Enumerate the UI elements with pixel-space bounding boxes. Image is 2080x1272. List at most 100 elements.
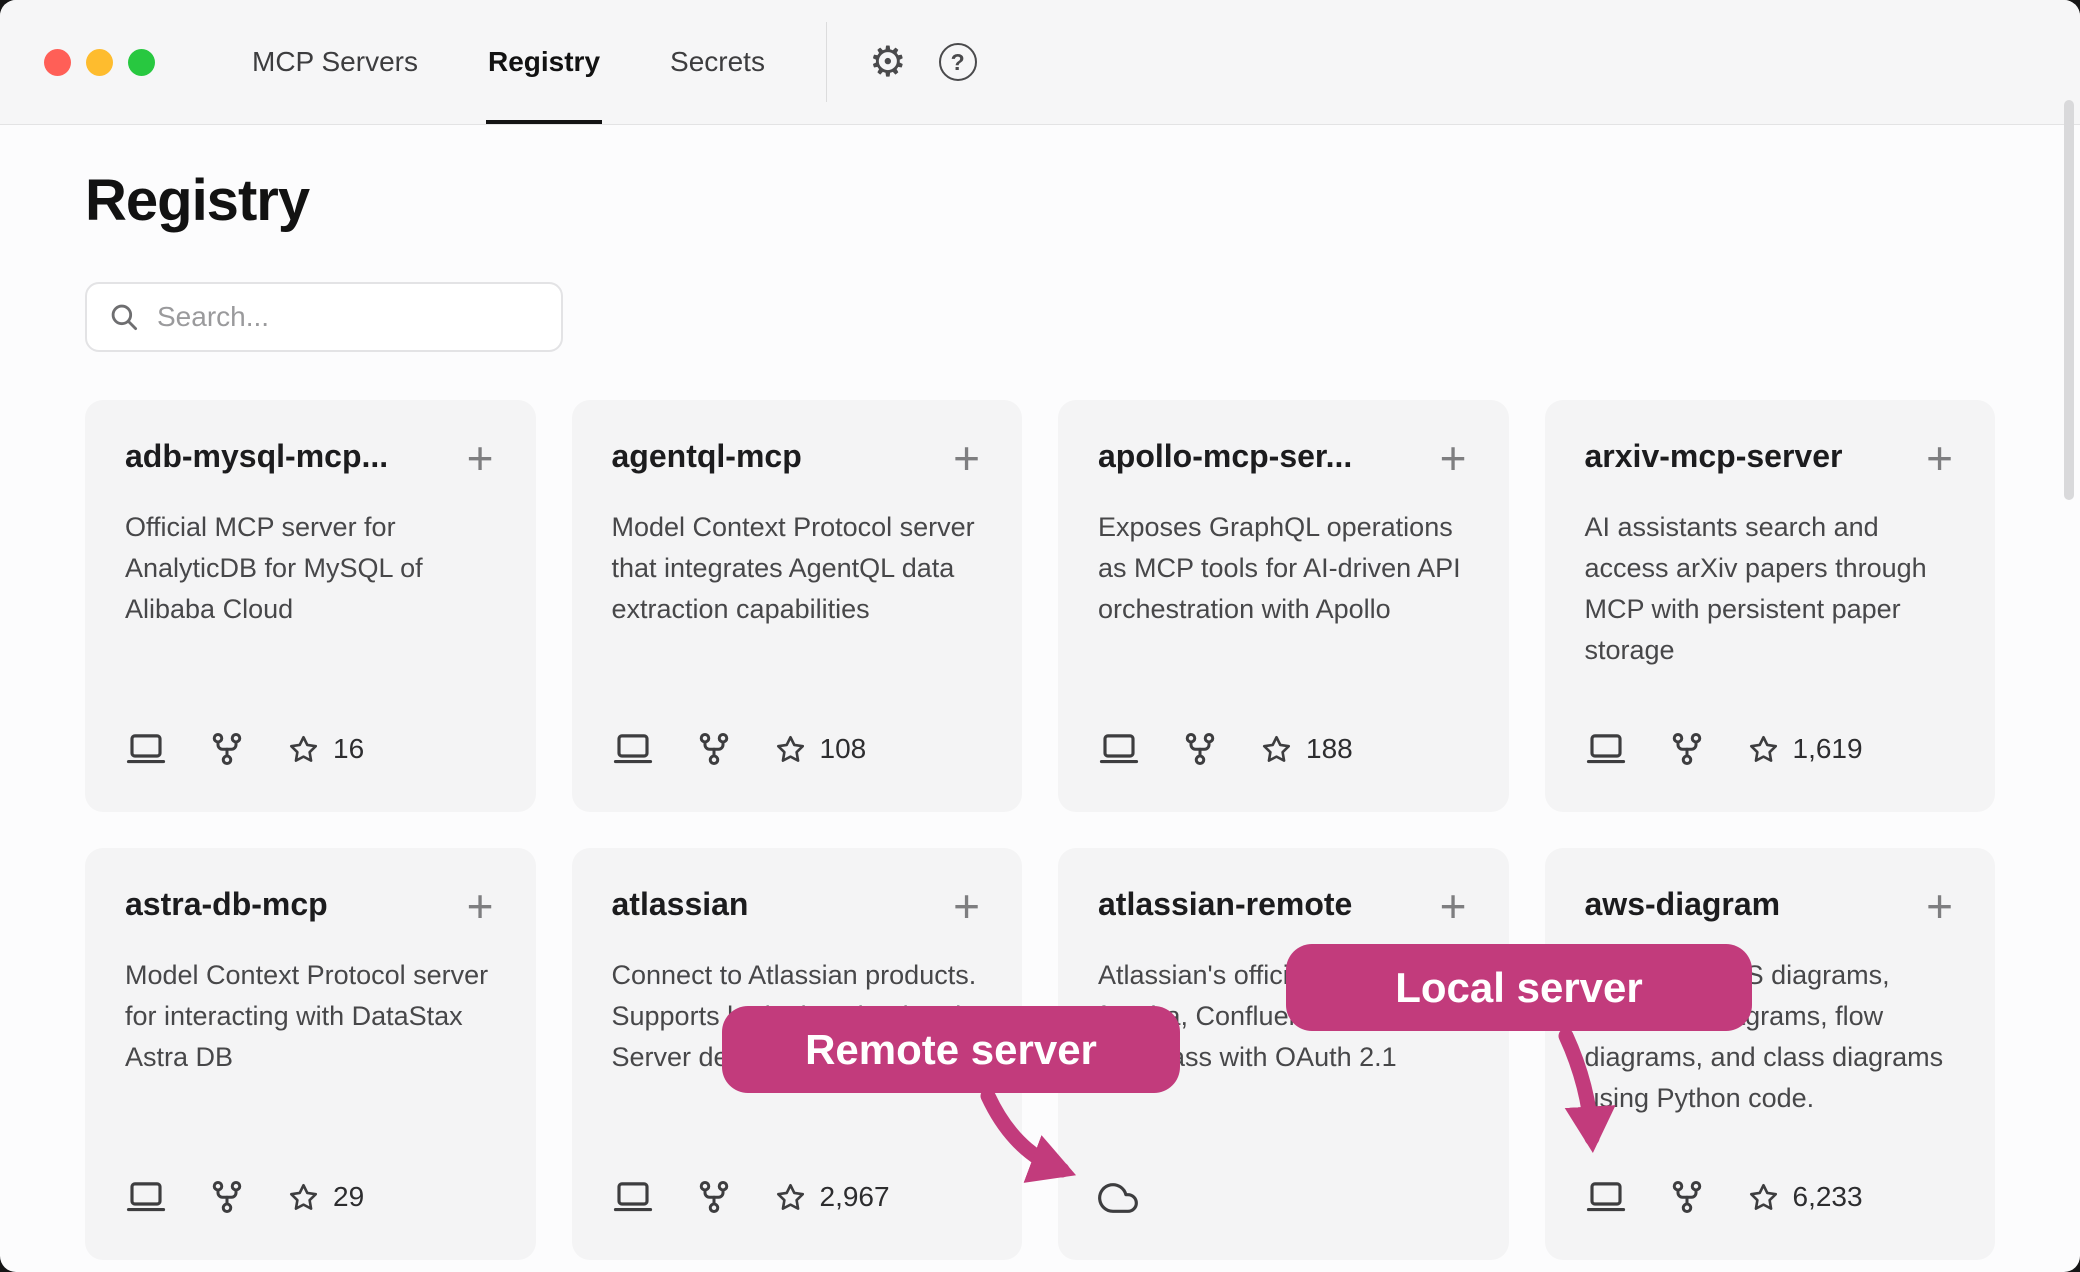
cloud-icon <box>1098 1178 1138 1218</box>
fork-icon <box>209 731 245 767</box>
star-rating: 188 <box>1260 733 1353 766</box>
card-footer: 108 <box>612 728 983 770</box>
star-rating: 29 <box>287 1181 364 1214</box>
server-card-astra-db-mcp[interactable]: astra-db-mcp + Model Context Protocol se… <box>85 848 536 1260</box>
star-icon <box>1747 733 1780 766</box>
server-card-arxiv-mcp-server[interactable]: arxiv-mcp-server + AI assistants search … <box>1545 400 1996 812</box>
laptop-icon <box>612 1176 654 1218</box>
plus-icon: + <box>467 880 494 932</box>
card-footer: 29 <box>125 1176 496 1218</box>
star-count: 108 <box>820 733 867 765</box>
search-icon <box>107 300 141 334</box>
star-count: 188 <box>1306 733 1353 765</box>
server-description: AI assistants search and access arXiv pa… <box>1585 507 1956 671</box>
server-description: Model Context Protocol server that integ… <box>612 507 983 630</box>
server-card-atlassian-remote[interactable]: atlassian-remote + Atlassian's official … <box>1058 848 1509 1260</box>
page-title: Registry <box>85 167 1995 234</box>
server-name: atlassian <box>612 886 749 923</box>
laptop-icon <box>125 728 167 770</box>
server-card-adb-mysql-mcp[interactable]: adb-mysql-mcp... + Official MCP server f… <box>85 400 536 812</box>
gear-icon: ⚙ <box>869 41 907 83</box>
star-count: 2,967 <box>820 1181 890 1213</box>
plus-icon: + <box>1926 880 1953 932</box>
laptop-icon <box>125 1176 167 1218</box>
card-footer <box>1098 1178 1469 1218</box>
star-rating: 6,233 <box>1747 1181 1863 1214</box>
titlebar-divider <box>826 22 827 102</box>
fork-icon <box>1182 731 1218 767</box>
server-card-aws-diagram[interactable]: aws-diagram + Generate AWS diagrams, seq… <box>1545 848 1996 1260</box>
plus-icon: + <box>1926 432 1953 484</box>
search-input[interactable] <box>157 301 541 333</box>
tab-mcp-servers[interactable]: MCP Servers <box>217 0 453 124</box>
fork-icon <box>1669 731 1705 767</box>
server-description: Connect to Atlassian products. Supports … <box>612 955 983 1078</box>
help-icon: ? <box>939 43 977 81</box>
close-window-button[interactable] <box>44 49 71 76</box>
star-icon <box>1747 1181 1780 1214</box>
zoom-window-button[interactable] <box>128 49 155 76</box>
tab-secrets[interactable]: Secrets <box>635 0 800 124</box>
plus-icon: + <box>953 432 980 484</box>
star-rating: 2,967 <box>774 1181 890 1214</box>
server-name: agentql-mcp <box>612 438 802 475</box>
plus-icon: + <box>1440 880 1467 932</box>
server-card-apollo-mcp-server[interactable]: apollo-mcp-ser... + Exposes GraphQL oper… <box>1058 400 1509 812</box>
card-footer: 2,967 <box>612 1176 983 1218</box>
star-count: 16 <box>333 733 364 765</box>
server-card-atlassian[interactable]: atlassian + Connect to Atlassian product… <box>572 848 1023 1260</box>
add-server-button[interactable]: + <box>465 886 496 927</box>
add-server-button[interactable]: + <box>465 438 496 479</box>
plus-icon: + <box>953 880 980 932</box>
server-name: apollo-mcp-ser... <box>1098 438 1352 475</box>
star-icon <box>287 1181 320 1214</box>
traffic-lights <box>44 49 155 76</box>
star-count: 29 <box>333 1181 364 1213</box>
star-rating: 108 <box>774 733 867 766</box>
server-name: atlassian-remote <box>1098 886 1352 923</box>
server-card-agentql-mcp[interactable]: agentql-mcp + Model Context Protocol ser… <box>572 400 1023 812</box>
card-footer: 1,619 <box>1585 728 1956 770</box>
star-icon <box>287 733 320 766</box>
minimize-window-button[interactable] <box>86 49 113 76</box>
fork-icon <box>696 731 732 767</box>
tab-registry[interactable]: Registry <box>453 0 635 124</box>
add-server-button[interactable]: + <box>1924 438 1955 479</box>
server-name: arxiv-mcp-server <box>1585 438 1843 475</box>
laptop-icon <box>1585 728 1627 770</box>
laptop-icon <box>612 728 654 770</box>
server-name: aws-diagram <box>1585 886 1781 923</box>
server-name: adb-mysql-mcp... <box>125 438 388 475</box>
star-count: 6,233 <box>1793 1181 1863 1213</box>
star-icon <box>774 733 807 766</box>
star-count: 1,619 <box>1793 733 1863 765</box>
search-box[interactable] <box>85 282 563 352</box>
star-rating: 16 <box>287 733 364 766</box>
server-card-grid: adb-mysql-mcp... + Official MCP server f… <box>85 400 1995 1260</box>
server-name: astra-db-mcp <box>125 886 328 923</box>
add-server-button[interactable]: + <box>1438 438 1469 479</box>
laptop-icon <box>1585 1176 1627 1218</box>
laptop-icon <box>1098 728 1140 770</box>
plus-icon: + <box>1440 432 1467 484</box>
card-footer: 6,233 <box>1585 1176 1956 1218</box>
main-tabs: MCP Servers Registry Secrets <box>217 0 800 124</box>
fork-icon <box>696 1179 732 1215</box>
add-server-button[interactable]: + <box>1438 886 1469 927</box>
add-server-button[interactable]: + <box>951 886 982 927</box>
fork-icon <box>209 1179 245 1215</box>
titlebar: MCP Servers Registry Secrets ⚙ ? <box>0 0 2080 125</box>
server-description: Atlassian's official MCP server for Jira… <box>1098 955 1469 1078</box>
add-server-button[interactable]: + <box>951 438 982 479</box>
add-server-button[interactable]: + <box>1924 886 1955 927</box>
star-rating: 1,619 <box>1747 733 1863 766</box>
card-footer: 188 <box>1098 728 1469 770</box>
registry-page: Registry adb-mysql-mcp... + Official MCP… <box>0 167 2080 1260</box>
server-description: Exposes GraphQL operations as MCP tools … <box>1098 507 1469 630</box>
scrollbar-thumb[interactable] <box>2064 100 2074 500</box>
help-button[interactable]: ? <box>923 43 993 81</box>
server-description: Official MCP server for AnalyticDB for M… <box>125 507 496 630</box>
server-description: Generate AWS diagrams, sequence diagrams… <box>1585 955 1956 1119</box>
settings-button[interactable]: ⚙ <box>853 41 923 83</box>
card-footer: 16 <box>125 728 496 770</box>
